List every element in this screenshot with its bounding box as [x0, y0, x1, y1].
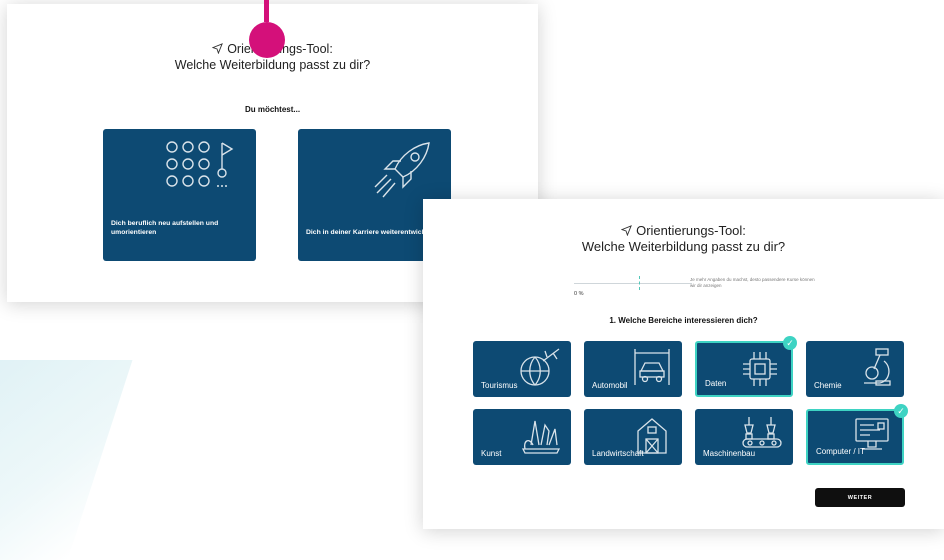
background-shape	[0, 360, 133, 560]
card1-title-line2: Welche Weiterbildung passt zu dir?	[174, 58, 371, 72]
tile-landwirtschaft[interactable]: Landwirtschaft	[584, 409, 682, 465]
tile-label-landwirtschaft: Landwirtschaft	[592, 449, 644, 458]
next-button[interactable]: WEITER	[815, 488, 905, 507]
progress-track	[574, 283, 692, 284]
tile-kunst[interactable]: Kunst	[473, 409, 571, 465]
card2-title-line1: Orientierungs-Tool:	[423, 223, 944, 238]
progress-percent: 0 %	[574, 291, 584, 297]
tile-computer-it[interactable]: Computer / IT ✓	[806, 404, 908, 465]
card1-subtitle: Du möchtest...	[244, 105, 301, 114]
tile-label-automobil: Automobil	[592, 381, 628, 390]
option-label-career: Dich in deiner Karriere weiterentwickeln	[306, 229, 436, 236]
pattern-grid-icon	[166, 141, 234, 187]
tile-tourismus[interactable]: Tourismus	[473, 341, 571, 397]
robot-arm-icon	[742, 417, 782, 448]
option-tile-reorient[interactable]: Dich beruflich neu aufstellen und umorie…	[103, 129, 256, 261]
option-label-reorient: Dich beruflich neu aufstellen und umorie…	[111, 220, 219, 236]
progress-marker	[639, 276, 641, 290]
navigation-arrow-icon	[621, 225, 632, 236]
globe-plane-icon	[520, 348, 560, 386]
tile-automobil[interactable]: Automobil	[584, 341, 682, 397]
art-supplies-icon	[521, 420, 561, 454]
selected-check-icon: ✓	[894, 404, 908, 418]
cursor-marker-line	[264, 0, 269, 22]
tile-daten[interactable]: Daten ✓	[695, 336, 797, 397]
tile-label-computer-it: Computer / IT	[816, 447, 865, 456]
orientation-card-step-1: Orientierungs-Tool: Welche Weiterbildung…	[423, 199, 944, 529]
tile-label-tourismus: Tourismus	[481, 381, 518, 390]
progress-hint: Je mehr Angaben du machst, desto passend…	[690, 277, 815, 288]
question-title: 1. Welche Bereiche interessieren dich?	[609, 316, 758, 325]
tile-label-kunst: Kunst	[481, 449, 502, 458]
chip-icon	[743, 352, 777, 386]
card2-title-text: Orientierungs-Tool:	[636, 223, 746, 238]
tile-chemie[interactable]: Chemie	[806, 341, 904, 397]
card2-title-line2: Welche Weiterbildung passt zu dir?	[581, 239, 786, 254]
cursor-marker-dot	[249, 22, 285, 58]
tile-maschinenbau[interactable]: Maschinenbau	[695, 409, 793, 465]
tile-label-daten: Daten	[705, 379, 727, 388]
microscope-icon	[864, 348, 891, 386]
tile-label-chemie: Chemie	[814, 381, 842, 390]
tile-label-maschinenbau: Maschinenbau	[703, 449, 756, 458]
progress-indicator: 0 % Je mehr Angaben du machst, desto pas…	[574, 269, 924, 299]
rocket-icon	[374, 142, 430, 198]
navigation-arrow-icon	[212, 43, 224, 54]
car-lift-icon	[634, 349, 670, 385]
selected-check-icon: ✓	[783, 336, 797, 350]
